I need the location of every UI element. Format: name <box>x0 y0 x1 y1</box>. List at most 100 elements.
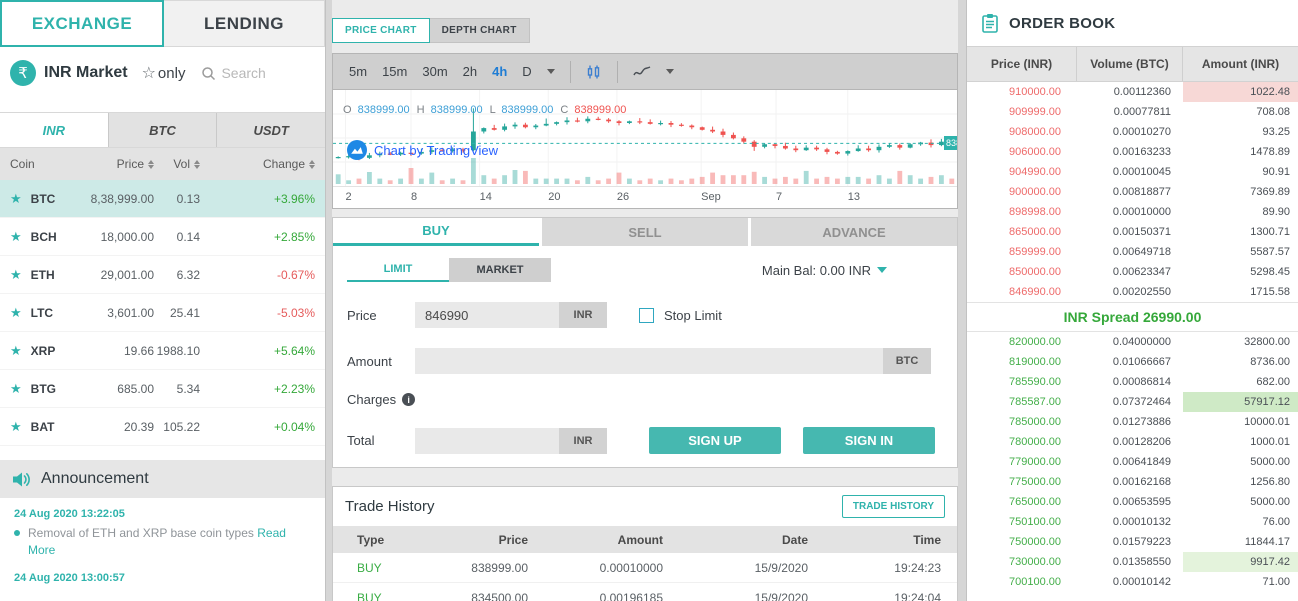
orderbook-row-buy[interactable]: 750000.00 0.01579223 11844.17 <box>967 532 1298 552</box>
total-input-group: INR <box>415 427 607 454</box>
orderbook-row-sell[interactable]: 865000.00 0.00150371 1300.71 <box>967 222 1298 242</box>
order-volume: 0.00162168 <box>1112 476 1171 488</box>
search-input[interactable] <box>221 65 312 81</box>
interval-2h[interactable]: 2h <box>463 64 477 79</box>
trade-time: 19:24:04 <box>894 590 941 601</box>
line-style-icon[interactable] <box>633 65 651 79</box>
trade-history-card: Trade History TRADE HISTORY Type Price A… <box>332 486 958 601</box>
col-price: Price <box>498 532 528 547</box>
chart-canvas[interactable]: O 838999.00 H 838999.00 L 838999.00 C 83899… <box>333 90 957 186</box>
orderbook-row-buy[interactable]: 775000.00 0.00162168 1256.80 <box>967 472 1298 492</box>
sort-icon[interactable] <box>309 159 315 169</box>
order-price: 846990.00 <box>1009 286 1061 298</box>
coin-volume: 25.41 <box>169 305 200 320</box>
candlestick-style-icon[interactable] <box>586 64 602 80</box>
info-icon[interactable]: i <box>402 393 416 406</box>
tradingview-attribution[interactable]: Chart by TradingView <box>347 140 498 160</box>
orderbook-row-sell[interactable]: 900000.00 0.00818877 7369.89 <box>967 182 1298 202</box>
header-coin[interactable]: Coin <box>0 157 78 171</box>
read-more-link[interactable]: Read More <box>28 526 286 557</box>
header-vol[interactable]: Vol <box>154 157 200 171</box>
clipboard-icon <box>982 14 998 33</box>
orderbook-row-buy[interactable]: 820000.00 0.04000000 32800.00 <box>967 332 1298 352</box>
orderbook-row-sell[interactable]: 904990.00 0.00010045 90.91 <box>967 162 1298 182</box>
coin-row[interactable]: ★ BCH 18,000.00 0.14 +2.85% <box>0 218 325 256</box>
trade-history-button[interactable]: TRADE HISTORY <box>841 495 945 518</box>
tab-depth-chart[interactable]: DEPTH CHART <box>429 18 530 43</box>
favorites-only-star-icon[interactable]: ☆ <box>142 63 156 83</box>
tab-exchange[interactable]: EXCHANGE <box>0 0 164 47</box>
tab-buy[interactable]: BUY <box>333 218 539 246</box>
order-amount: 8736.00 <box>1250 356 1290 368</box>
only-label[interactable]: only <box>158 65 186 82</box>
chevron-down-icon[interactable] <box>546 69 555 74</box>
orderbook-row-buy[interactable]: 785587.00 0.07372464 57917.12 <box>967 392 1298 412</box>
favorite-star-icon[interactable]: ★ <box>10 305 22 321</box>
orderbook-row-buy[interactable]: 780000.00 0.00128206 1000.01 <box>967 432 1298 452</box>
coin-row[interactable]: ★ XRP 19.66 1988.10 +5.64% <box>0 332 325 370</box>
amount-input[interactable] <box>415 348 883 374</box>
coin-change: -5.03% <box>276 305 315 320</box>
coin-row[interactable]: ★ ETH 29,001.00 6.32 -0.67% <box>0 256 325 294</box>
tab-inr[interactable]: INR <box>0 113 109 147</box>
orderbook-row-sell[interactable]: 850000.00 0.00623347 5298.45 <box>967 262 1298 282</box>
sign-in-button[interactable]: SIGN IN <box>803 427 935 454</box>
orderbook-row-buy[interactable]: 785000.00 0.01273886 10000.01 <box>967 412 1298 432</box>
order-volume: 0.00010000 <box>1112 206 1171 218</box>
announcement-list: 24 Aug 2020 13:22:05 Removal of ETH and X… <box>0 498 325 596</box>
order-price: 909999.00 <box>1009 106 1061 118</box>
interval-30m[interactable]: 30m <box>422 64 447 79</box>
header-price[interactable]: Price <box>78 157 154 171</box>
tab-limit[interactable]: LIMIT <box>347 258 449 282</box>
favorite-star-icon[interactable]: ★ <box>10 381 22 397</box>
chevron-down-icon[interactable] <box>665 69 674 74</box>
header-change[interactable]: Change <box>200 157 325 171</box>
orderbook-row-sell[interactable]: 846990.00 0.00202550 1715.58 <box>967 282 1298 302</box>
rupee-icon: ₹ <box>10 60 36 86</box>
orderbook-row-buy[interactable]: 819000.00 0.01066667 8736.00 <box>967 352 1298 372</box>
orderbook-row-sell[interactable]: 908000.00 0.00010270 93.25 <box>967 122 1298 142</box>
orderbook-row-sell[interactable]: 909999.00 0.00077811 708.08 <box>967 102 1298 122</box>
favorite-star-icon[interactable]: ★ <box>10 419 22 435</box>
orderbook-row-buy[interactable]: 779000.00 0.00641849 5000.00 <box>967 452 1298 472</box>
favorite-star-icon[interactable]: ★ <box>10 191 22 207</box>
favorite-star-icon[interactable]: ★ <box>10 229 22 245</box>
interval-5m[interactable]: 5m <box>349 64 367 79</box>
orderbook-row-sell[interactable]: 910000.00 0.00112360 1022.48 <box>967 82 1298 102</box>
col-amount-inr: Amount (INR) <box>1201 57 1280 71</box>
orderbook-row-sell[interactable]: 898998.00 0.00010000 89.90 <box>967 202 1298 222</box>
coin-row[interactable]: ★ BTC 8,38,999.00 0.13 +3.96% <box>0 180 325 218</box>
orderbook-row-buy[interactable]: 765000.00 0.00653595 5000.00 <box>967 492 1298 512</box>
interval-15m[interactable]: 15m <box>382 64 407 79</box>
order-amount: 708.08 <box>1256 106 1290 118</box>
orderbook-row-buy[interactable]: 730000.00 0.01358550 9917.42 <box>967 552 1298 572</box>
tab-market[interactable]: MARKET <box>449 258 551 282</box>
orderbook-row-buy[interactable]: 700100.00 0.00010142 71.00 <box>967 572 1298 592</box>
orderbook-row-sell[interactable]: 859999.00 0.00649718 5587.57 <box>967 242 1298 262</box>
orderbook-row-buy[interactable]: 785590.00 0.00086814 682.00 <box>967 372 1298 392</box>
coin-row[interactable]: ★ LTC 3,601.00 25.41 -5.03% <box>0 294 325 332</box>
orderbook-row-buy[interactable]: 750100.00 0.00010132 76.00 <box>967 512 1298 532</box>
favorite-star-icon[interactable]: ★ <box>10 267 22 283</box>
chart-x-axis[interactable]: 2 8 14 20 26 Sep 7 13 <box>333 186 957 208</box>
price-input[interactable] <box>415 302 559 328</box>
total-input[interactable] <box>415 427 559 454</box>
tab-lending[interactable]: LENDING <box>164 0 325 47</box>
tab-price-chart[interactable]: PRICE CHART <box>332 18 430 43</box>
tab-advance[interactable]: ADVANCE <box>751 218 957 246</box>
coin-row[interactable]: ★ BAT 20.39 105.22 +0.04% <box>0 408 325 446</box>
x-axis-label: 13 <box>847 191 861 203</box>
interval-D[interactable]: D <box>522 64 531 79</box>
sign-up-button[interactable]: SIGN UP <box>649 427 781 454</box>
speaker-icon <box>13 472 30 486</box>
orderbook-row-sell[interactable]: 906000.00 0.00163233 1478.89 <box>967 142 1298 162</box>
trade-date: 15/9/2020 <box>754 560 808 575</box>
balance-dropdown-icon[interactable] <box>877 267 887 273</box>
tab-btc[interactable]: BTC <box>108 113 218 147</box>
interval-4h[interactable]: 4h <box>492 64 507 79</box>
tab-usdt[interactable]: USDT <box>217 113 325 147</box>
coin-row[interactable]: ★ BTG 685.00 5.34 +2.23% <box>0 370 325 408</box>
favorite-star-icon[interactable]: ★ <box>10 343 22 359</box>
stop-limit-checkbox[interactable] <box>639 307 654 323</box>
tab-sell[interactable]: SELL <box>542 218 748 246</box>
